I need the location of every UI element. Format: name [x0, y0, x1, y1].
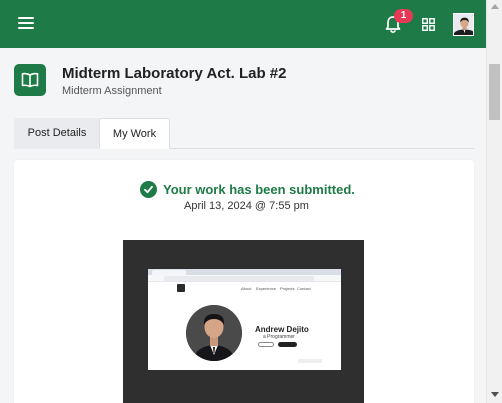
thumbnail-greeting: ····· [271, 320, 276, 324]
submitted-timestamp: April 13, 2024 @ 7:55 pm [184, 200, 309, 212]
top-navbar: 1 [0, 0, 486, 48]
thumbnail-role: a Programmer [263, 334, 295, 340]
book-icon [14, 64, 46, 96]
thumbnail-footer [298, 359, 322, 363]
thumbnail-browser-window: About Experience Projects Contact ····· … [148, 269, 341, 370]
scroll-down-arrow-icon[interactable] [491, 392, 499, 397]
scroll-up-arrow-icon[interactable] [491, 4, 499, 9]
attachment-thumbnail[interactable]: About Experience Projects Contact ····· … [123, 240, 364, 403]
post-title: Midterm Laboratory Act. Lab #2 [62, 65, 287, 82]
tab-post-details[interactable]: Post Details [14, 118, 100, 149]
apps-grid-icon[interactable] [422, 18, 435, 31]
post-subtitle: Midterm Assignment [62, 85, 162, 97]
thumbnail-nav-item: Projects [280, 286, 295, 291]
thumbnail-nav-item: Experience [256, 286, 277, 291]
thumbnail-nav-item: About [241, 286, 252, 291]
thumbnail-profile-photo [186, 305, 242, 361]
thumbnail-nav-item: Contact [297, 286, 311, 291]
thumbnail-name: Andrew Dejito [255, 325, 309, 334]
status-text: Your work has been submitted. [163, 182, 355, 197]
notification-badge: 1 [394, 9, 413, 23]
page-scrollbar[interactable] [486, 0, 502, 403]
thumbnail-button-filled [278, 342, 297, 347]
user-avatar[interactable] [453, 13, 474, 36]
scroll-thumb[interactable] [489, 64, 500, 120]
thumbnail-button-outline [258, 342, 274, 347]
hamburger-menu-icon[interactable] [18, 16, 34, 30]
thumbnail-address-bar [148, 275, 341, 282]
check-circle-icon [140, 181, 157, 198]
thumbnail-site-logo [177, 284, 185, 292]
tab-my-work[interactable]: My Work [99, 118, 170, 149]
